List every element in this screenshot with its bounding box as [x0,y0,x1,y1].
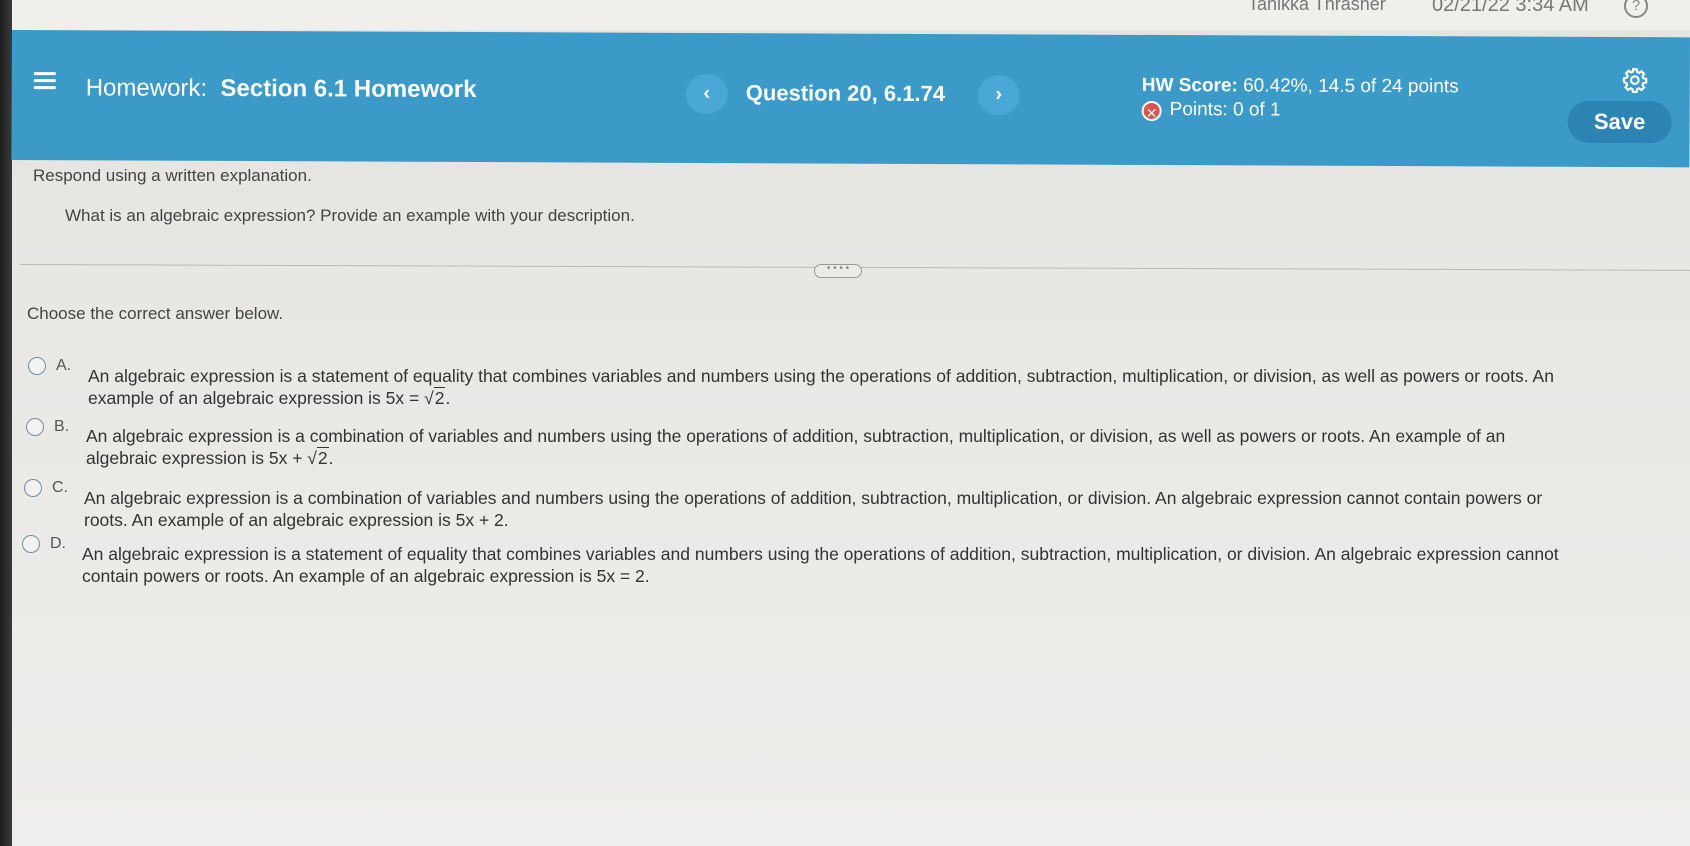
hw-score-label: HW Score: [1141,74,1238,97]
radio-button[interactable] [22,535,40,553]
option-letter: B. [54,418,70,435]
divider-handle[interactable]: • • • • [814,264,862,278]
option-line-2: example of an algebraic expression is 5x… [88,387,1688,409]
square-root: √2 [307,447,329,468]
homework-title-prefix: Homework: [85,74,208,102]
user-name: Tanikka Thrasher [1248,0,1386,14]
option-line-2-text: algebraic expression is 5x + [86,448,308,468]
option-line-2: algebraic expression is 5x + √2. [86,447,1686,469]
question-label[interactable]: Question 20, 6.1.74 [746,80,945,107]
option-line-2-end: . [445,388,451,408]
option-letter: C. [52,479,68,496]
screen-bezel [0,0,12,846]
points-value: Points: 0 of 1 [1169,99,1281,121]
help-icon[interactable]: ? [1624,0,1648,18]
hw-score-value: 60.42%, 14.5 of 24 points [1243,75,1459,98]
option-line-1: An algebraic expression is a statement o… [82,544,1559,564]
save-button[interactable]: Save [1567,100,1672,144]
option-text: An algebraic expression is a statement o… [88,365,1688,409]
option-text: An algebraic expression is a combination… [84,487,1684,531]
previous-question-button[interactable]: ‹ [685,73,728,115]
option-line-2-end: . [328,448,334,468]
option-line-1: An algebraic expression is a combination… [84,488,1543,508]
homework-title-name: Section 6.1 Homework [220,74,477,104]
option-line-1: An algebraic expression is a statement o… [88,366,1554,386]
option-line-1: An algebraic expression is a combination… [86,426,1506,446]
datetime: 02/21/22 3:34 AM [1432,0,1589,16]
page: Tanikka Thrasher 02/21/22 3:34 AM ? Home… [0,0,1690,846]
option-text: An algebraic expression is a statement o… [82,543,1682,587]
option-letter: D. [50,535,66,552]
menu-icon[interactable] [33,72,56,90]
radio-button[interactable] [24,479,42,497]
option-line-2: roots. An example of an algebraic expres… [84,510,509,530]
option-line-2: contain powers or roots. An example of a… [82,566,650,586]
square-root: √2 [424,387,446,408]
radicand: 2 [433,387,446,408]
next-question-button[interactable]: › [977,75,1020,116]
hw-score: HW Score: 60.42%, 14.5 of 24 points [1142,75,1459,98]
option-text: An algebraic expression is a combination… [86,425,1686,469]
option-letter: A. [56,357,72,374]
question-prompt: What is an algebraic expression? Provide… [65,206,635,225]
points: ✕ Points: 0 of 1 [1141,99,1281,122]
instruction-text: Respond using a written explanation. [33,166,312,185]
option-line-2-text: example of an algebraic expression is 5x… [88,388,425,408]
gear-icon[interactable] [1622,67,1648,94]
header-bar: Homework: Section 6.1 Homework ‹ Questio… [11,30,1690,168]
radio-button[interactable] [28,357,46,375]
homework-title: Homework: Section 6.1 Homework [86,74,477,104]
choose-label: Choose the correct answer below. [27,304,284,323]
radicand: 2 [316,447,329,468]
radio-button[interactable] [26,418,44,436]
top-strip: Tanikka Thrasher 02/21/22 3:34 AM ? [0,0,1690,30]
incorrect-icon: ✕ [1141,100,1162,122]
